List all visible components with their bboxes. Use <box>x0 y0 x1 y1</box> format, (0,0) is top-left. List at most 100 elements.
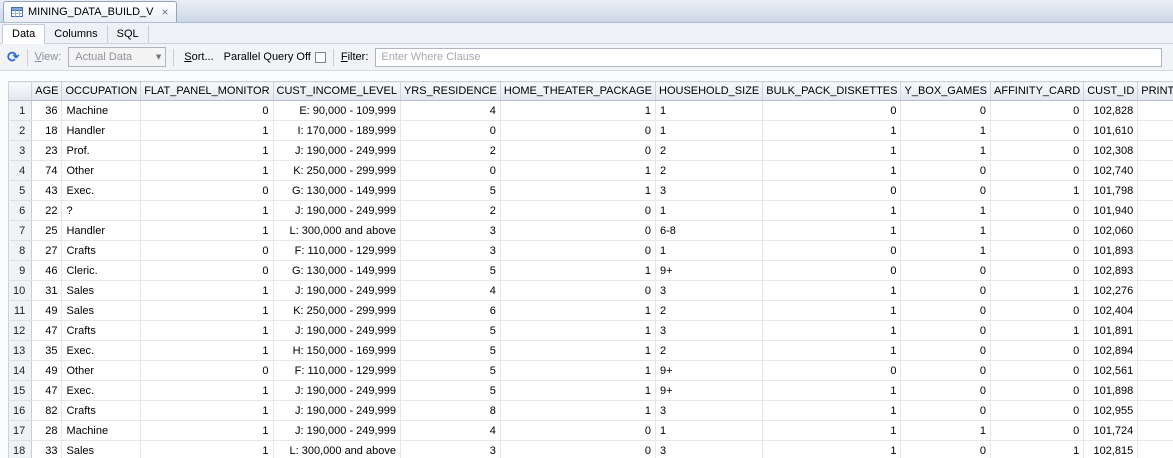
column-header-cust_income_level[interactable]: CUST_INCOME_LEVEL <box>273 81 401 101</box>
cell[interactable]: 1 <box>140 220 274 241</box>
table-row[interactable]: 18 33 Sales 1 L: 300,000 and above 3 0 3 1 0 1 102,… <box>8 440 1173 458</box>
table-row[interactable]: 13 35 Exec. 1 H: 150,000 - 169,999 5 1 2 1 0 0 102,… <box>8 340 1173 361</box>
cell[interactable] <box>1137 420 1173 441</box>
cell[interactable] <box>1137 140 1173 161</box>
cell[interactable]: 3 <box>400 220 501 241</box>
close-icon[interactable]: × <box>162 6 169 18</box>
parallel-query-toggle[interactable]: Parallel Query Off <box>224 51 326 63</box>
cell[interactable]: 2 <box>400 140 501 161</box>
row-number[interactable]: 5 <box>8 180 33 201</box>
cell[interactable]: 3 <box>655 280 764 301</box>
cell[interactable]: Exec. <box>61 380 142 401</box>
cell[interactable]: I: 170,000 - 189,999 <box>273 120 401 141</box>
cell[interactable]: 5 <box>400 360 501 381</box>
column-header-y_box_games[interactable]: Y_BOX_GAMES <box>900 81 992 101</box>
cell[interactable]: 1 <box>500 260 657 281</box>
cell[interactable]: 6 <box>400 300 501 321</box>
cell[interactable]: J: 190,000 - 249,999 <box>273 380 401 401</box>
cell[interactable]: 1 <box>762 280 902 301</box>
cell[interactable]: 5 <box>400 180 501 201</box>
cell[interactable]: 1 <box>900 420 992 441</box>
cell[interactable]: 0 <box>990 220 1085 241</box>
cell[interactable]: 74 <box>31 160 63 181</box>
cell[interactable]: 1 <box>500 180 657 201</box>
cell[interactable]: Sales <box>61 440 142 458</box>
cell[interactable]: 35 <box>31 340 63 361</box>
cell[interactable]: 3 <box>655 400 764 421</box>
cell[interactable]: 102,894 <box>1083 340 1139 361</box>
cell[interactable]: 1 <box>140 400 274 421</box>
cell[interactable]: 4 <box>400 420 501 441</box>
cell[interactable]: Sales <box>61 280 142 301</box>
filter-input[interactable] <box>375 47 1162 67</box>
row-number[interactable]: 7 <box>8 220 33 241</box>
cell[interactable]: 1 <box>140 340 274 361</box>
cell[interactable]: F: 110,000 - 129,999 <box>273 240 401 261</box>
tab-columns[interactable]: Columns <box>45 25 108 43</box>
cell[interactable] <box>1137 400 1173 421</box>
table-row[interactable]: 15 47 Exec. 1 J: 190,000 - 249,999 5 1 9+ 1 0 0 101… <box>8 380 1173 401</box>
cell[interactable]: 102,308 <box>1083 140 1139 161</box>
table-row[interactable]: 10 31 Sales 1 J: 190,000 - 249,999 4 0 3 1 0 1 102,… <box>8 280 1173 301</box>
cell[interactable] <box>1137 380 1173 401</box>
cell[interactable]: J: 190,000 - 249,999 <box>273 140 401 161</box>
cell[interactable]: 1 <box>500 380 657 401</box>
cell[interactable]: 0 <box>990 160 1085 181</box>
cell[interactable]: 0 <box>900 380 992 401</box>
cell[interactable]: 2 <box>655 160 764 181</box>
cell[interactable]: 1 <box>140 140 274 161</box>
row-number[interactable]: 4 <box>8 160 33 181</box>
cell[interactable]: J: 190,000 - 249,999 <box>273 280 401 301</box>
column-header-affinity_card[interactable]: AFFINITY_CARD <box>990 81 1085 101</box>
cell[interactable]: 0 <box>990 200 1085 221</box>
cell[interactable]: 2 <box>400 200 501 221</box>
cell[interactable]: 33 <box>31 440 63 458</box>
cell[interactable]: 0 <box>900 340 992 361</box>
cell[interactable]: 1 <box>500 400 657 421</box>
cell[interactable]: 0 <box>900 440 992 458</box>
cell[interactable]: 49 <box>31 300 63 321</box>
cell[interactable]: L: 300,000 and above <box>273 220 401 241</box>
cell[interactable]: 1 <box>140 280 274 301</box>
cell[interactable]: E: 90,000 - 109,999 <box>273 100 401 121</box>
table-row[interactable]: 9 46 Cleric. 0 G: 130,000 - 149,999 5 1 9+ 0 0 0 10… <box>8 260 1173 281</box>
row-number[interactable]: 11 <box>8 300 33 321</box>
row-number[interactable]: 1 <box>8 100 33 121</box>
cell[interactable]: 0 <box>990 340 1085 361</box>
cell[interactable]: 1 <box>140 420 274 441</box>
cell[interactable]: 102,955 <box>1083 400 1139 421</box>
cell[interactable]: 0 <box>900 160 992 181</box>
cell[interactable]: 47 <box>31 320 63 341</box>
cell[interactable]: H: 150,000 - 169,999 <box>273 340 401 361</box>
cell[interactable]: 102,276 <box>1083 280 1139 301</box>
table-row[interactable]: 6 22? 1 J: 190,000 - 249,999 2 0 1 1 1 0 101,940 <box>8 200 1173 221</box>
cell[interactable]: 25 <box>31 220 63 241</box>
cell[interactable]: Handler <box>61 120 142 141</box>
cell[interactable]: 1 <box>762 300 902 321</box>
cell[interactable]: Exec. <box>61 340 142 361</box>
cell[interactable]: Other <box>61 160 142 181</box>
cell[interactable]: Crafts <box>61 240 142 261</box>
column-header-bulk_pack_diskettes[interactable]: BULK_PACK_DISKETTES <box>762 81 902 101</box>
row-number[interactable]: 8 <box>8 240 33 261</box>
cell[interactable]: 18 <box>31 120 63 141</box>
cell[interactable]: 1 <box>900 120 992 141</box>
table-row[interactable]: 11 49 Sales 1 K: 250,000 - 299,999 6 1 2 1 0 0 102,… <box>8 300 1173 321</box>
row-number[interactable]: 17 <box>8 420 33 441</box>
cell[interactable]: 28 <box>31 420 63 441</box>
cell[interactable]: K: 250,000 - 299,999 <box>273 300 401 321</box>
column-header-yrs_residence[interactable]: YRS_RESIDENCE <box>400 81 501 101</box>
cell[interactable]: 1 <box>762 400 902 421</box>
cell[interactable]: G: 130,000 - 149,999 <box>273 260 401 281</box>
column-header-printer[interactable]: PRINTER <box>1137 81 1173 101</box>
cell[interactable]: 36 <box>31 100 63 121</box>
cell[interactable]: 0 <box>762 360 902 381</box>
cell[interactable]: 82 <box>31 400 63 421</box>
cell[interactable]: 0 <box>500 200 657 221</box>
document-tab[interactable]: MINING_DATA_BUILD_V × <box>3 1 177 22</box>
cell[interactable] <box>1137 120 1173 141</box>
cell[interactable]: 5 <box>400 340 501 361</box>
table-row[interactable]: 3 23 Prof. 1 J: 190,000 - 249,999 2 0 2 1 1 0 102,3… <box>8 140 1173 161</box>
cell[interactable]: 1 <box>500 360 657 381</box>
parallel-query-checkbox[interactable] <box>314 51 326 63</box>
